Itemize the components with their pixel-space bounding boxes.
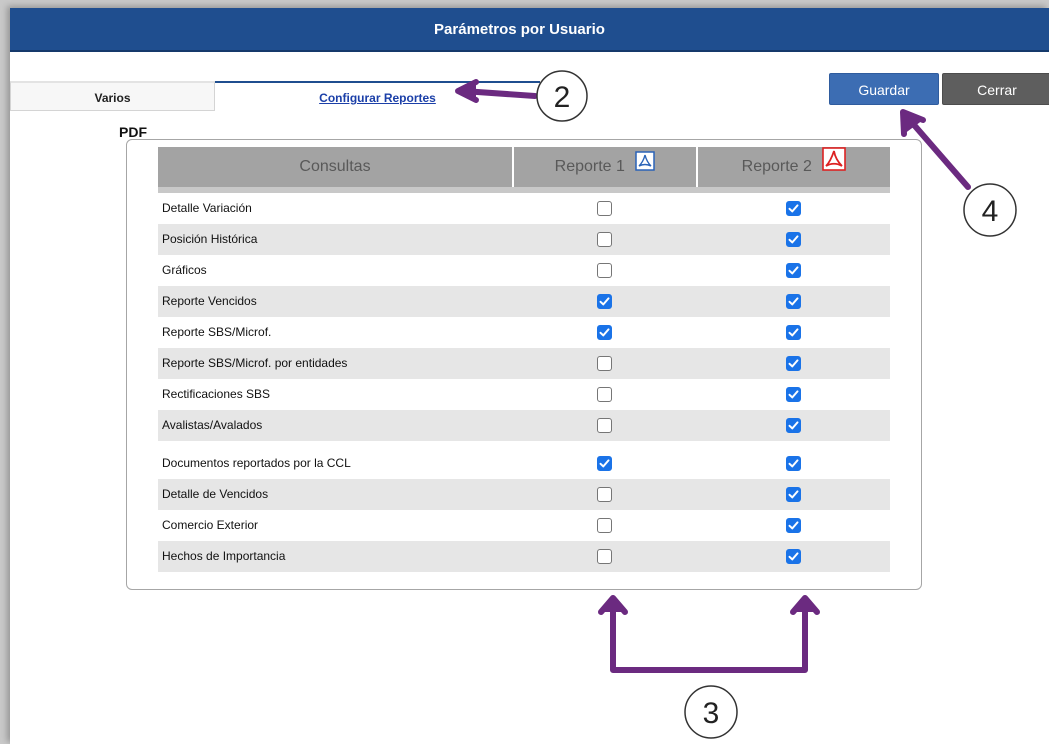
table-row: Comercio Exterior <box>158 510 890 541</box>
reports-panel: Consultas Reporte 1 Reporte 2 Detalle Va… <box>126 139 922 590</box>
reporte-2-checkbox[interactable] <box>786 232 801 247</box>
tab-bar: Varios Configurar Reportes <box>10 81 540 111</box>
reporte-2-checkbox[interactable] <box>786 263 801 278</box>
table-row: Reporte SBS/Microf. por entidades <box>158 348 890 379</box>
reporte-1-checkbox[interactable] <box>597 325 612 340</box>
save-button[interactable]: Guardar <box>829 73 939 105</box>
header-reporte-1: Reporte 1 <box>512 147 696 187</box>
table-row: Posición Histórica <box>158 224 890 255</box>
table-row: Rectificaciones SBS <box>158 379 890 410</box>
reporte-2-checkbox[interactable] <box>786 294 801 309</box>
table-row: Detalle Variación <box>158 193 890 224</box>
reporte-1-checkbox[interactable] <box>597 456 612 471</box>
reporte-1-checkbox[interactable] <box>597 356 612 371</box>
table-row: Detalle de Vencidos <box>158 479 890 510</box>
table-row: Hechos de Importancia <box>158 541 890 572</box>
consulta-label: Documentos reportados por la CCL <box>162 456 351 470</box>
reporte-1-checkbox[interactable] <box>597 418 612 433</box>
table-row: Reporte Vencidos <box>158 286 890 317</box>
table-row: Documentos reportados por la CCL <box>158 448 890 479</box>
header-consultas: Consultas <box>299 158 371 175</box>
consulta-label: Hechos de Importancia <box>162 549 286 563</box>
reporte-1-checkbox[interactable] <box>597 232 612 247</box>
reporte-1-checkbox[interactable] <box>597 518 612 533</box>
consulta-label: Posición Histórica <box>162 232 258 246</box>
consulta-label: Gráficos <box>162 263 207 277</box>
consulta-label: Reporte Vencidos <box>162 294 257 308</box>
tab-varios[interactable]: Varios <box>10 81 215 111</box>
pdf-acrobat-icon <box>822 147 847 187</box>
section-label-pdf: PDF <box>119 124 147 140</box>
consulta-label: Comercio Exterior <box>162 518 259 532</box>
header-reporte-2: Reporte 2 <box>696 147 890 187</box>
tab-configurar-reportes-link[interactable]: Configurar Reportes <box>319 91 436 105</box>
consulta-label: Reporte SBS/Microf. por entidades <box>162 356 348 370</box>
close-button[interactable]: Cerrar <box>942 73 1049 105</box>
consulta-label: Rectificaciones SBS <box>162 387 271 401</box>
window-title: Parámetros por Usuario <box>10 8 1049 52</box>
table-row: Gráficos <box>158 255 890 286</box>
reporte-2-checkbox[interactable] <box>786 325 801 340</box>
reports-table: Consultas Reporte 1 Reporte 2 Detalle Va… <box>158 147 890 572</box>
reporte-1-checkbox[interactable] <box>597 549 612 564</box>
reporte-1-checkbox[interactable] <box>597 294 612 309</box>
reporte-2-checkbox[interactable] <box>786 549 801 564</box>
consulta-label: Reporte SBS/Microf. <box>162 325 272 339</box>
reporte-1-checkbox[interactable] <box>597 387 612 402</box>
reporte-2-checkbox[interactable] <box>786 487 801 502</box>
reporte-2-checkbox[interactable] <box>786 418 801 433</box>
consulta-label: Detalle Variación <box>162 201 252 215</box>
reporte-2-checkbox[interactable] <box>786 518 801 533</box>
consulta-label: Avalistas/Avalados <box>162 418 263 432</box>
reporte-2-checkbox[interactable] <box>786 201 801 216</box>
reporte-2-checkbox[interactable] <box>786 456 801 471</box>
reporte-1-checkbox[interactable] <box>597 201 612 216</box>
reporte-2-checkbox[interactable] <box>786 387 801 402</box>
tab-configurar-reportes[interactable]: Configurar Reportes <box>215 81 540 111</box>
table-header: Consultas Reporte 1 Reporte 2 <box>158 147 890 193</box>
reporte-2-checkbox[interactable] <box>786 356 801 371</box>
consulta-label: Detalle de Vencidos <box>162 487 269 501</box>
table-row: Avalistas/Avalados <box>158 410 890 441</box>
table-row: Reporte SBS/Microf. <box>158 317 890 348</box>
table-body: Detalle Variación Posición Histórica Gráfi… <box>158 193 890 572</box>
reporte-1-checkbox[interactable] <box>597 263 612 278</box>
pdf-outline-icon <box>635 147 656 187</box>
reporte-1-checkbox[interactable] <box>597 487 612 502</box>
